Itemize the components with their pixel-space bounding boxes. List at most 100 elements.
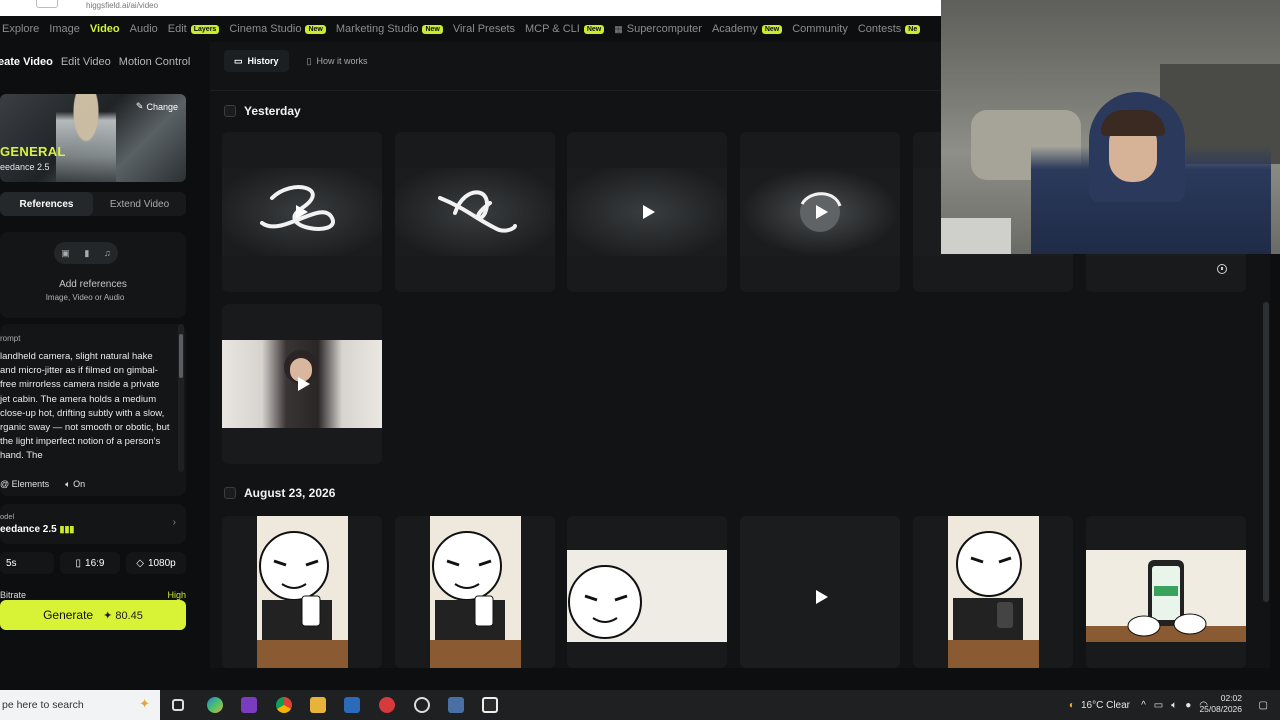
nav-cinema-studio[interactable]: Cinema Studio New — [229, 23, 326, 35]
add-references-title: Add references — [59, 279, 127, 290]
background-object — [941, 218, 1011, 254]
video-card[interactable] — [1086, 516, 1246, 668]
notification-icon[interactable]: ▢ — [1259, 690, 1268, 720]
preset-model: eedance 2.5 — [0, 162, 50, 172]
tab-edit-video[interactable]: Edit Video — [61, 56, 111, 68]
nav-mcp-cli[interactable]: MCP & CLI New — [525, 23, 605, 35]
change-preset-button[interactable]: ✎ Change — [136, 101, 178, 112]
tab-history[interactable]: ▭ History — [224, 50, 289, 72]
generate-button[interactable]: Generate ✦ 80.45 — [0, 600, 186, 630]
windows-taskbar: pe here to search ✦ ◐ 16°C Clear ^ ▭ 🔈︎ … — [0, 690, 1280, 720]
video-card[interactable] — [567, 132, 727, 292]
new-badge: Ne — [905, 24, 921, 34]
chevron-up-icon[interactable]: ^ — [1141, 700, 1146, 711]
nav-marketing-studio[interactable]: Marketing Studio New — [336, 23, 443, 35]
nav-contests[interactable]: Contests Ne — [858, 23, 921, 35]
play-icon[interactable] — [816, 205, 828, 219]
nav-audio[interactable]: Audio — [130, 23, 158, 35]
video-card[interactable] — [913, 516, 1073, 668]
preset-card[interactable]: ✎ Change GENERAL eedance 2.5 — [0, 94, 186, 182]
speaker-icon: 🔈︎ — [65, 479, 71, 489]
nav-supercomputer[interactable]: ▦ Supercomputer — [614, 23, 702, 35]
scroll-thumb[interactable] — [1263, 302, 1269, 602]
quality-select[interactable]: ◇ 1080p — [126, 552, 186, 574]
tab-motion-control[interactable]: Motion Control — [119, 56, 191, 68]
nav-edit[interactable]: Edit Layers — [168, 23, 220, 35]
generation-options: 5s ▯ 16:9 ◇ 1080p — [0, 552, 186, 574]
video-card[interactable] — [222, 132, 382, 292]
tab-how-it-works[interactable]: ▯ How it works — [297, 50, 378, 72]
folder-icon[interactable] — [310, 697, 326, 713]
nav-community[interactable]: Community — [792, 23, 848, 35]
tab-references[interactable]: References — [0, 192, 93, 216]
copilot-icon[interactable] — [207, 697, 223, 713]
system-tray: ^ ▭ 🔈︎ ● ◠ — [1141, 690, 1208, 720]
nav-viral-presets[interactable]: Viral Presets — [453, 23, 515, 35]
folder-icon: ▭ — [234, 55, 243, 66]
video-card[interactable] — [222, 304, 382, 464]
network-icon[interactable]: ▭ — [1154, 700, 1163, 711]
scroll-thumb[interactable] — [179, 334, 183, 378]
store-icon[interactable] — [344, 697, 360, 713]
video-card[interactable] — [740, 516, 900, 668]
music-icon: ♫ — [103, 248, 111, 258]
new-badge: New — [305, 24, 326, 34]
history-scrollbar[interactable] — [1262, 302, 1270, 602]
capcut-icon[interactable] — [482, 697, 498, 713]
video-card[interactable] — [567, 516, 727, 668]
volume-icon[interactable]: 🔈︎ — [1171, 700, 1177, 711]
video-card[interactable] — [740, 132, 900, 292]
video-thumbnail — [740, 168, 900, 256]
app-icon[interactable] — [448, 697, 464, 713]
audio-toggle[interactable]: 🔈︎ On — [65, 479, 85, 490]
select-all-checkbox[interactable] — [224, 105, 236, 117]
video-card[interactable] — [395, 132, 555, 292]
mode-tabs: eate Video Edit Video Motion Control — [0, 50, 190, 74]
bitrate-label: Bitrate — [0, 590, 27, 600]
play-icon[interactable] — [643, 205, 655, 219]
clock[interactable]: 02:02 25/08/2026 — [1199, 693, 1242, 715]
nav-explore[interactable]: Explore — [2, 23, 39, 35]
grid-icon: ▦ — [614, 23, 623, 34]
tab-extend-video[interactable]: Extend Video — [93, 192, 186, 216]
prompt-scrollbar[interactable] — [178, 324, 184, 472]
task-view-icon[interactable] — [172, 699, 184, 711]
prompt-textarea[interactable]: landheld camera, slight natural hake and… — [0, 350, 170, 468]
add-references-dropzone[interactable]: ▣ ▮ ♫ Add references Image, Video or Aud… — [0, 232, 186, 318]
aspect-ratio-select[interactable]: ▯ 16:9 — [60, 552, 120, 574]
prompt-toolbar: @ Elements 🔈︎ On — [0, 479, 85, 490]
app-icon[interactable] — [241, 697, 257, 713]
info-icon[interactable] — [1217, 264, 1227, 274]
at-icon: @ — [0, 479, 10, 489]
video-thumbnail — [1086, 516, 1246, 668]
nav-academy[interactable]: Academy New — [712, 23, 783, 35]
video-thumbnail — [913, 516, 1073, 668]
tab-create-video[interactable]: eate Video — [0, 56, 53, 68]
elements-button[interactable]: @ Elements — [0, 479, 49, 490]
taskbar-search[interactable]: pe here to search ✦ — [0, 690, 160, 720]
mic-icon[interactable]: ● — [1185, 700, 1191, 711]
video-thumbnail — [222, 516, 382, 668]
nav-video[interactable]: Video — [90, 23, 120, 35]
weather-widget[interactable]: ◐ 16°C Clear — [1069, 690, 1130, 720]
url-text[interactable]: higgsfield.ai/ai/video — [86, 1, 158, 10]
tab-button[interactable] — [36, 0, 58, 8]
opera-icon[interactable] — [379, 697, 395, 713]
nav-image[interactable]: Image — [49, 23, 80, 35]
browser-url-bar[interactable]: higgsfield.ai/ai/video — [0, 0, 941, 16]
video-card[interactable] — [395, 516, 555, 668]
duration-select[interactable]: 5s — [0, 552, 54, 574]
video-card[interactable] — [222, 516, 382, 668]
obs-icon[interactable] — [414, 697, 430, 713]
play-icon[interactable] — [816, 590, 828, 604]
play-icon[interactable] — [298, 377, 310, 391]
model-selector[interactable]: odel eedance 2.5 ▮▮▮ › — [0, 504, 186, 544]
video-thumbnail — [740, 516, 900, 668]
pencil-icon: ✎ — [135, 101, 144, 111]
chrome-icon[interactable] — [276, 697, 292, 713]
chevron-right-icon: › — [172, 517, 176, 528]
video-thumbnail — [222, 168, 382, 256]
person-hair — [1101, 110, 1165, 136]
select-all-checkbox[interactable] — [224, 487, 236, 499]
play-icon[interactable] — [296, 205, 308, 219]
